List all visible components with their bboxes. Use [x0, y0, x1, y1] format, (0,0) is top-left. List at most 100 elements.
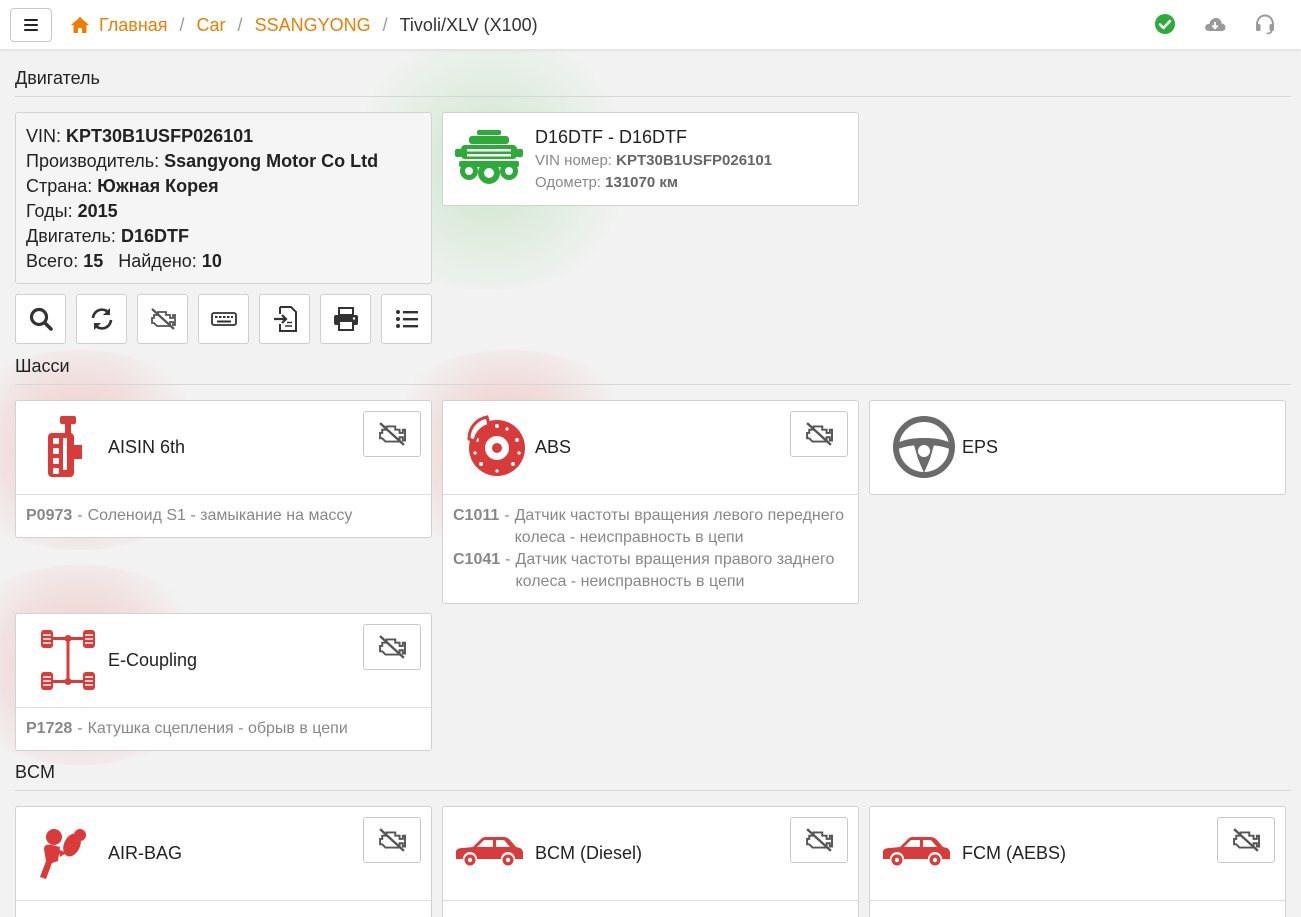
- check-circle-icon[interactable]: [1153, 12, 1177, 36]
- breadcrumb-home[interactable]: Главная: [99, 15, 168, 36]
- module-card-e-coupling[interactable]: E-Coupling P1728- Катушка сцепления - обр…: [15, 613, 432, 751]
- breadcrumb-current: Tivoli/XLV (X100): [399, 14, 538, 35]
- vin-row: VIN: KPT30B1USFP026101: [26, 126, 254, 146]
- engine-module-card[interactable]: D16DTF - D16DTF VIN номер: KPT30B1USFP02…: [442, 112, 859, 206]
- module-card-bcm-diesel[interactable]: BCM (Diesel): [442, 806, 859, 917]
- breadcrumb-separator: /: [179, 14, 185, 35]
- dtc-code: P0973: [26, 507, 73, 524]
- clear-dtc-icon: [806, 828, 833, 852]
- clear-dtc-icon: [379, 635, 406, 659]
- odometer-value: 131070 км: [605, 174, 678, 191]
- clear-dtc-icon: [379, 828, 406, 852]
- headset-icon[interactable]: [1253, 12, 1277, 36]
- brake-disc-icon: [467, 415, 525, 476]
- airbag-icon: [40, 829, 86, 879]
- clear-dtc-button[interactable]: [1217, 817, 1275, 863]
- module-name: FCM (AEBS): [962, 843, 1067, 863]
- clear-dtc-button[interactable]: [363, 624, 421, 670]
- vehicle-info-panel: VIN: KPT30B1USFP026101 Производитель: Ss…: [15, 112, 432, 284]
- engine-value: D16DTF: [120, 226, 189, 246]
- years-value: 2015: [77, 201, 118, 221]
- module-card-eps[interactable]: EPS: [869, 400, 1286, 495]
- breadcrumb-brand[interactable]: SSANGYONG: [255, 15, 371, 36]
- dtc-row[interactable]: C1011- Датчик частоты вращения левого пер…: [453, 505, 848, 549]
- engine-vin-value: KPT30B1USFP026101: [616, 152, 773, 169]
- print-button[interactable]: [320, 294, 371, 344]
- clear-dtc-icon: [806, 422, 833, 446]
- keyboard-icon: [210, 312, 237, 326]
- steering-wheel-icon: [893, 416, 955, 478]
- section-divider: [15, 790, 1291, 791]
- dtc-description: Датчик частоты вращения левого переднего…: [514, 507, 845, 546]
- dtc-row[interactable]: P1728- Катушка сцепления - обрыв в цепи: [26, 718, 421, 740]
- module-card-fcm[interactable]: FCM (AEBS): [869, 806, 1286, 917]
- search-button[interactable]: [15, 294, 66, 344]
- module-card-air-bag[interactable]: AIR-BAG: [15, 806, 432, 917]
- section-title-chassis: Шасси: [15, 356, 70, 376]
- module-name: E-Coupling: [108, 650, 198, 670]
- clear-dtc-button[interactable]: [137, 294, 188, 344]
- total-value: 15: [83, 251, 104, 271]
- breadcrumb-car[interactable]: Car: [197, 15, 226, 36]
- breadcrumb: Главная / Car / SSANGYONG / Tivoli/XLV (…: [70, 0, 538, 50]
- clear-dtc-icon: [1233, 828, 1260, 852]
- car-icon: [883, 837, 950, 866]
- module-card-aisin[interactable]: AISIN 6th P0973- Соленоид S1 - замыкание …: [15, 400, 432, 538]
- clear-dtc-icon: [150, 308, 176, 330]
- dtc-description: Соленоид S1 - замыкание на массу: [87, 507, 353, 524]
- car-icon: [456, 837, 523, 866]
- module-name: ABS: [535, 437, 572, 457]
- maker-row: Производитель: Ssangyong Motor Co Ltd: [26, 151, 379, 171]
- clear-dtc-button[interactable]: [363, 411, 421, 457]
- dtc-row[interactable]: P0973- Соленоид S1 - замыкание на массу: [26, 505, 421, 527]
- import-button[interactable]: [259, 294, 310, 344]
- module-name: AIR-BAG: [108, 843, 183, 863]
- years-row: Годы: 2015: [26, 201, 118, 221]
- dtc-list: P1728- Катушка сцепления - обрыв в цепи: [16, 707, 431, 750]
- drivetrain-icon: [41, 630, 95, 690]
- module-name: AISIN 6th: [108, 437, 186, 457]
- country-value: Южная Корея: [97, 176, 219, 196]
- keyboard-button[interactable]: [198, 294, 249, 344]
- refresh-icon: [91, 308, 112, 330]
- dtc-list: [870, 900, 1285, 917]
- list-icon: [395, 310, 418, 328]
- dtc-list: P0973- Соленоид S1 - замыкание на массу: [16, 494, 431, 537]
- maker-value: Ssangyong Motor Co Ltd: [164, 151, 379, 171]
- print-icon: [333, 307, 358, 331]
- menu-button[interactable]: [10, 8, 52, 42]
- dtc-row[interactable]: C1041- Датчик частоты вращения правого за…: [453, 549, 848, 593]
- import-icon: [273, 306, 297, 332]
- engine-card-title: D16DTF - D16DTF: [535, 127, 688, 147]
- dtc-list: C1011- Датчик частоты вращения левого пер…: [443, 494, 858, 603]
- engine-odometer-line: Одометр: 131070 км: [535, 174, 678, 191]
- section-divider: [15, 96, 1291, 97]
- dtc-code: P1728: [26, 720, 73, 737]
- module-card-abs[interactable]: ABS C1011- Датчик частоты вращения левого…: [442, 400, 859, 604]
- gear-shifter-icon: [48, 416, 82, 477]
- section-title-bcm: BCM: [15, 762, 55, 782]
- engine-vin-line: VIN номер: KPT30B1USFP026101: [535, 152, 773, 169]
- totals-row: Всего: 15 Найдено: 10: [26, 251, 222, 271]
- section-title-engine: Двигатель: [15, 68, 100, 88]
- dtc-description: Датчик частоты вращения правого заднего …: [515, 551, 835, 590]
- list-button[interactable]: [381, 294, 432, 344]
- hamburger-icon: [24, 19, 38, 31]
- breadcrumb-separator: /: [237, 14, 243, 35]
- vin-value: KPT30B1USFP026101: [66, 126, 254, 146]
- cloud-download-icon[interactable]: [1203, 12, 1227, 36]
- clear-dtc-button[interactable]: [790, 817, 848, 863]
- top-bar: Главная / Car / SSANGYONG / Tivoli/XLV (…: [0, 0, 1301, 50]
- clear-dtc-button[interactable]: [363, 817, 421, 863]
- clear-dtc-button[interactable]: [790, 411, 848, 457]
- engine-icon: [455, 130, 523, 184]
- home-icon: [71, 17, 89, 33]
- module-name: BCM (Diesel): [535, 843, 643, 863]
- search-icon: [29, 307, 53, 331]
- refresh-button[interactable]: [76, 294, 127, 344]
- breadcrumb-separator: /: [382, 14, 388, 35]
- country-row: Страна: Южная Корея: [26, 176, 219, 196]
- dtc-code: C1041: [453, 551, 501, 568]
- dtc-code: C1011: [453, 507, 500, 524]
- dtc-description: Катушка сцепления - обрыв в цепи: [87, 720, 348, 737]
